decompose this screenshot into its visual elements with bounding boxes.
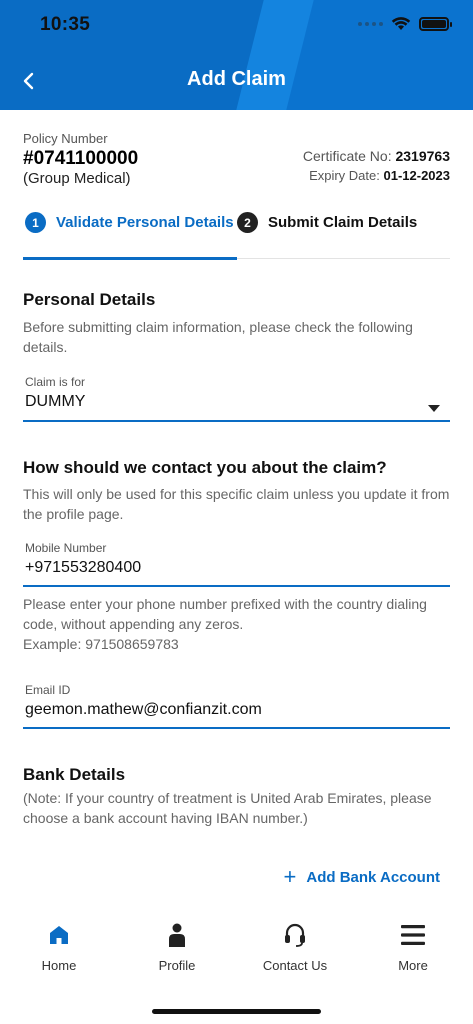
email-field[interactable]: Email ID geemon.mathew@confianzit.com: [23, 683, 450, 729]
mobile-number-underline: [23, 585, 450, 587]
nav-profile-label: Profile: [158, 958, 196, 973]
email-label: Email ID: [25, 683, 71, 697]
bottom-navigation: Home Profile Contact Us More: [0, 910, 473, 1024]
step-number: 2: [237, 212, 258, 233]
expiry-value: 01-12-2023: [383, 168, 451, 183]
certificate-number: Certificate No: 2319763: [303, 148, 450, 164]
signal-icon: [358, 21, 383, 26]
status-time: 10:35: [40, 14, 91, 35]
wifi-icon: [391, 17, 411, 30]
battery-icon: [419, 16, 452, 31]
home-icon: [50, 926, 68, 944]
home-indicator: [152, 1009, 321, 1014]
headset-icon: [285, 923, 305, 947]
mobile-number-field[interactable]: Mobile Number +971553280400: [23, 541, 450, 587]
app-header: 10:35 Add Claim: [0, 0, 473, 110]
policy-info: Policy Number #0741100000 (Group Medical…: [23, 131, 450, 191]
email-input[interactable]: geemon.mathew@confianzit.com: [25, 701, 450, 719]
personal-details-heading: Personal Details: [23, 290, 156, 309]
mobile-hint-text: Please enter your phone number prefixed …: [23, 596, 427, 632]
plus-icon: +: [283, 864, 297, 889]
email-underline: [23, 727, 450, 729]
nav-profile[interactable]: Profile: [127, 922, 227, 973]
nav-contact-us-label: Contact Us: [262, 958, 328, 973]
add-bank-account-label: Add Bank Account: [306, 868, 440, 886]
certificate-value: 2319763: [395, 148, 450, 164]
personal-details-description: Before submitting claim information, ple…: [23, 319, 413, 355]
step-number: 1: [25, 212, 46, 233]
status-indicators: [358, 16, 452, 31]
contact-heading: How should we contact you about the clai…: [23, 458, 387, 477]
contact-section: How should we contact you about the clai…: [23, 458, 450, 524]
chevron-down-icon: [428, 405, 440, 412]
policy-type: (Group Medical): [23, 170, 131, 187]
nav-contact-us[interactable]: Contact Us: [245, 922, 345, 973]
active-step-underline: [23, 257, 237, 260]
expiry-label: Expiry Date:: [309, 168, 380, 183]
step-validate-personal[interactable]: 1 Validate Personal Details: [25, 212, 234, 233]
add-bank-account-button[interactable]: + Add Bank Account: [284, 866, 440, 888]
mobile-number-label: Mobile Number: [25, 541, 107, 555]
policy-number-label: Policy Number: [23, 131, 108, 146]
mobile-number-input[interactable]: +971553280400: [25, 559, 450, 577]
step-submit-claim[interactable]: 2 Submit Claim Details: [237, 212, 417, 233]
claim-for-dropdown[interactable]: Claim is for DUMMY: [23, 375, 450, 425]
nav-home[interactable]: Home: [9, 922, 109, 973]
mobile-number-hint: Please enter your phone number prefixed …: [23, 594, 450, 654]
step-label: Submit Claim Details: [268, 214, 418, 231]
contact-description: This will only be used for this specific…: [23, 486, 450, 522]
certificate-label: Certificate No:: [302, 148, 392, 164]
nav-home-label: Home: [41, 958, 77, 973]
claim-for-underline: [23, 420, 450, 422]
bank-details-section: Bank Details (Note: If your country of t…: [23, 765, 450, 828]
nav-more-label: More: [398, 958, 428, 973]
bank-details-note: (Note: If your country of treatment is U…: [23, 790, 432, 826]
step-label: Validate Personal Details: [56, 214, 234, 231]
claim-for-label: Claim is for: [25, 375, 86, 389]
expiry-date: Expiry Date: 01-12-2023: [309, 168, 450, 183]
person-icon: [169, 923, 185, 947]
nav-more[interactable]: More: [363, 922, 463, 973]
step-indicator: 1 Validate Personal Details 2 Submit Cla…: [23, 212, 453, 262]
bank-details-heading: Bank Details: [23, 765, 126, 784]
claim-for-value: DUMMY: [25, 393, 86, 410]
page-title: Add Claim: [187, 68, 286, 90]
policy-number: #0741100000: [23, 148, 139, 169]
personal-details-section: Personal Details Before submitting claim…: [23, 290, 450, 357]
menu-icon: [401, 925, 425, 945]
mobile-hint-example: Example: 971508659783: [23, 636, 179, 652]
